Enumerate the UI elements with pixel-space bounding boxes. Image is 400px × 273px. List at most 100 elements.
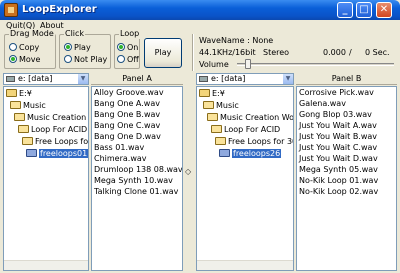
chevron-down-icon[interactable]: ▼ xyxy=(78,74,88,84)
tree-node-label: E:¥ xyxy=(212,89,225,98)
list-item[interactable]: Bang One C.wav xyxy=(94,121,160,131)
diamond-icon: ◇ xyxy=(185,167,192,176)
wave-slash: / xyxy=(349,48,352,57)
tree-node[interactable]: E:¥ xyxy=(6,88,32,99)
list-item[interactable]: Just You Wait A.wav xyxy=(299,121,377,131)
minimize-button[interactable]: _ xyxy=(337,2,353,18)
panel-b-header: Panel B xyxy=(296,73,397,85)
tree-node[interactable]: Music Creation Wo xyxy=(14,112,88,123)
list-item[interactable]: Gong Blop 03.wav xyxy=(299,110,372,120)
list-item[interactable]: Just You Wait B.wav xyxy=(299,132,377,142)
list-item[interactable]: Bang One D.wav xyxy=(94,132,161,142)
loop-group: Loop On Off xyxy=(114,29,141,69)
drive-select-a-value: e: [data] xyxy=(18,74,53,83)
list-item[interactable]: No-Kik Loop 02.wav xyxy=(299,187,378,197)
folder-open-icon xyxy=(10,101,21,109)
wave-time: 0.000 xyxy=(323,48,346,57)
tree-node[interactable]: Loop For ACID xyxy=(18,124,87,135)
drive-select-a[interactable]: e: [data] ▼ xyxy=(3,73,89,85)
list-item[interactable]: Alloy Groove.wav xyxy=(94,88,164,98)
list-item[interactable]: Bang One B.wav xyxy=(94,110,160,120)
tree-node-label: E:¥ xyxy=(19,89,32,98)
tree-node-label: Loop For ACID xyxy=(31,125,88,134)
loop-off-radio[interactable]: Off xyxy=(117,55,139,65)
folder-open-icon xyxy=(203,101,214,109)
folder-tree-a[interactable]: E:¥ Music Music Creation Wo Loop For ACI… xyxy=(3,86,89,271)
wave-info: WaveName : None 44.1KHz/16bit Stereo 0.0… xyxy=(199,34,397,71)
list-item[interactable]: Drumloop 138 08.wav xyxy=(94,165,182,175)
drag-mode-copy-radio[interactable]: Copy xyxy=(9,43,39,53)
radio-dot-on xyxy=(117,43,125,51)
list-item[interactable]: Talking Clone 01.wav xyxy=(94,187,178,197)
folder-open-icon xyxy=(18,125,29,133)
list-item[interactable]: Galena.wav xyxy=(299,99,346,109)
drive-folder-icon xyxy=(6,89,17,97)
file-list-a[interactable]: Alloy Groove.wav Bang One A.wav Bang One… xyxy=(91,86,183,271)
tree-node[interactable]: Music xyxy=(10,100,46,111)
list-item[interactable]: Chimera.wav xyxy=(94,154,147,164)
tree-node-label: Music xyxy=(23,101,46,110)
maximize-button[interactable]: □ xyxy=(356,2,372,18)
panel-a: e: [data] ▼ Panel A E:¥ Music Music Crea… xyxy=(3,73,183,271)
close-button[interactable]: ✕ xyxy=(376,2,392,18)
tree-node-selected[interactable]: freeloops01 xyxy=(26,148,88,159)
folder-open-icon xyxy=(215,137,226,145)
tree-node-label: Music Creation Works F xyxy=(220,113,294,122)
radio-dot-play xyxy=(64,43,72,51)
list-item[interactable]: Corrosive Pick.wav xyxy=(299,88,374,98)
list-item[interactable]: Bass 01.wav xyxy=(94,143,144,153)
folder-tree-b[interactable]: E:¥ Music Music Creation Works F Loop Fo… xyxy=(196,86,294,271)
tree-node[interactable]: Music xyxy=(203,100,239,111)
drive-select-b-value: e: [data] xyxy=(211,74,246,83)
loop-on-radio[interactable]: On xyxy=(117,43,138,53)
click-group: Click Play Not Play xyxy=(59,29,111,69)
list-item[interactable]: Bang One A.wav xyxy=(94,99,160,109)
radio-dot-not-play xyxy=(64,55,72,63)
chevron-down-icon[interactable]: ▼ xyxy=(283,74,293,84)
click-play-radio[interactable]: Play xyxy=(64,43,91,53)
tree-node-label: Free Loops for 30 Day xyxy=(228,137,293,146)
loop-off-label: Off xyxy=(127,55,139,64)
app-icon xyxy=(4,3,18,17)
list-item[interactable]: Just You Wait C.wav xyxy=(299,143,377,153)
tree-b-hscrollbar[interactable] xyxy=(197,260,293,270)
wave-channels: Stereo xyxy=(263,48,290,57)
list-item[interactable]: Mega Synth 10.wav xyxy=(94,176,173,186)
title-bar[interactable]: LoopExplorer _ □ ✕ xyxy=(0,0,400,20)
folder-open-icon xyxy=(211,125,222,133)
tree-node[interactable]: Free Loops for 30 xyxy=(22,136,88,147)
folder-open-icon xyxy=(14,113,25,121)
menu-bar: Quit(Q) About xyxy=(2,20,398,34)
volume-slider[interactable] xyxy=(237,63,394,66)
tree-node[interactable]: Loop For ACID xyxy=(211,124,280,135)
tree-node-label: Music xyxy=(216,101,239,110)
panel-splitter[interactable]: ◇ xyxy=(183,73,195,271)
list-item[interactable]: No-Kik Loop 01.wav xyxy=(299,176,378,186)
wave-format: 44.1KHz/16bit xyxy=(199,48,256,57)
list-item[interactable]: Just You Wait D.wav xyxy=(299,154,378,164)
window-title: LoopExplorer xyxy=(22,4,97,15)
drag-mode-move-radio[interactable]: Move xyxy=(9,55,40,65)
list-item[interactable]: Mega Synth 05.wav xyxy=(299,165,378,175)
radio-dot-off xyxy=(117,55,125,63)
play-button[interactable]: Play xyxy=(144,38,182,68)
drag-mode-move-label: Move xyxy=(19,55,41,64)
drag-mode-copy-label: Copy xyxy=(19,43,40,52)
loop-on-label: On xyxy=(127,43,139,52)
tree-node[interactable]: Free Loops for 30 Day xyxy=(215,136,293,147)
wave-name: WaveName : None xyxy=(199,36,274,45)
wave-length: 0 Sec. xyxy=(365,48,390,57)
tree-node[interactable]: E:¥ xyxy=(199,88,225,99)
volume-slider-thumb[interactable] xyxy=(244,59,251,69)
tree-node-selected[interactable]: freeloops26 xyxy=(219,148,282,159)
drive-icon xyxy=(6,76,15,82)
drive-folder-icon xyxy=(199,89,210,97)
drive-select-b[interactable]: e: [data] ▼ xyxy=(196,73,294,85)
tree-a-hscrollbar[interactable] xyxy=(4,260,88,270)
file-list-b[interactable]: Corrosive Pick.wav Galena.wav Gong Blop … xyxy=(296,86,397,271)
drag-mode-group: Drag Mode Copy Move xyxy=(4,29,56,69)
tree-node[interactable]: Music Creation Works F xyxy=(207,112,294,123)
click-not-play-radio[interactable]: Not Play xyxy=(64,55,107,65)
control-divider xyxy=(192,34,194,71)
folder-open-icon xyxy=(22,137,33,145)
